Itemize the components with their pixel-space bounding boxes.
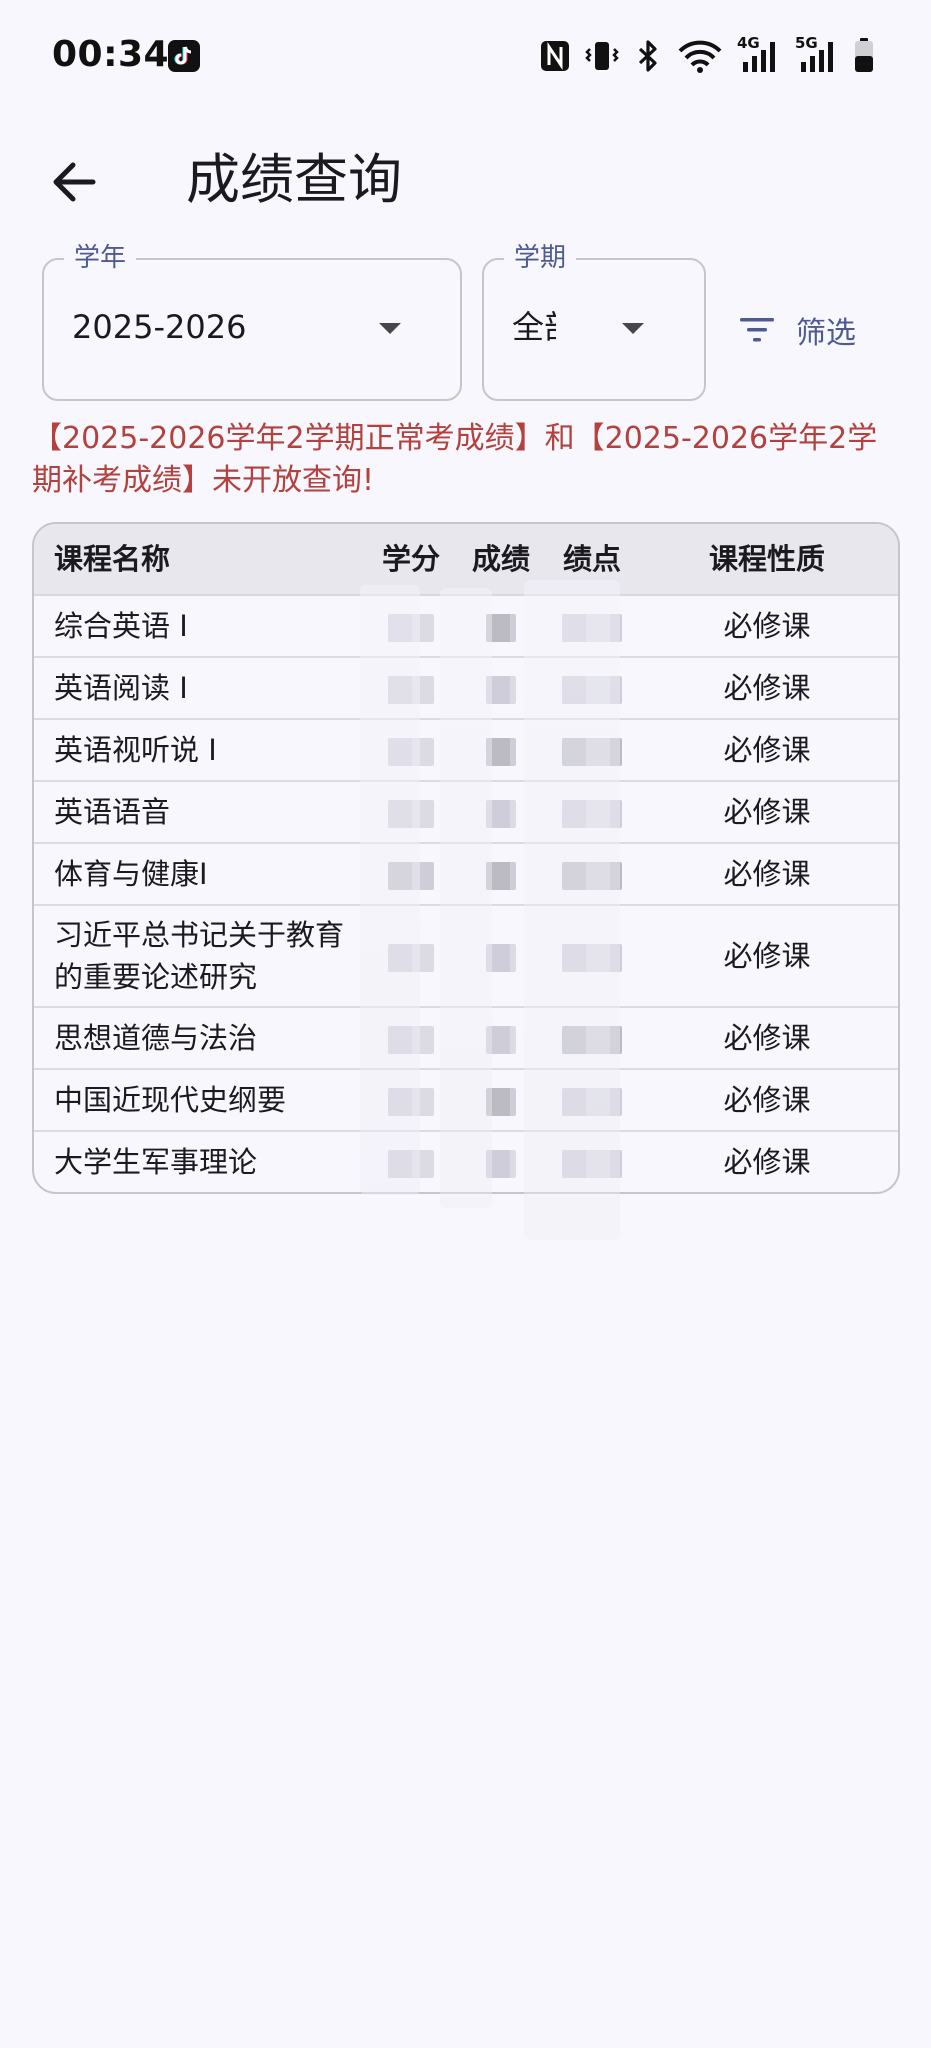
course-type: 必修课 bbox=[723, 939, 811, 973]
battery-icon bbox=[855, 38, 873, 72]
semester-label: 学期 bbox=[504, 242, 577, 274]
header-score: 成绩 bbox=[471, 542, 530, 576]
status-bar: 00:34 4G 5G bbox=[0, 0, 931, 112]
privacy-mask bbox=[524, 580, 620, 1240]
app-bar: 成绩查询 bbox=[0, 130, 931, 220]
privacy-mask bbox=[440, 588, 492, 1208]
status-icons: 4G 5G bbox=[539, 34, 875, 76]
course-name: 大学生军事理论 bbox=[54, 1145, 258, 1179]
filter-icon bbox=[740, 318, 774, 342]
tiktok-icon bbox=[168, 40, 200, 72]
dropdown-arrow-icon bbox=[622, 323, 644, 334]
filter-button[interactable]: 筛选 bbox=[740, 300, 856, 360]
header-gpa: 绩点 bbox=[562, 542, 621, 576]
signal-5g-icon: 5G bbox=[795, 34, 839, 74]
course-type: 必修课 bbox=[723, 1145, 811, 1179]
course-type: 必修课 bbox=[723, 857, 811, 891]
course-name: 英语语音 bbox=[54, 795, 171, 829]
course-name: 英语视听说 I bbox=[54, 733, 217, 767]
course-type: 必修课 bbox=[723, 733, 811, 767]
course-type: 必修课 bbox=[723, 1021, 811, 1055]
course-type: 必修课 bbox=[723, 795, 811, 829]
academic-year-select[interactable]: 学年 2025-2026 bbox=[42, 242, 462, 401]
notice-message: 【2025-2026学年2学期正常考成绩】和【2025-2026学年2学期补考成… bbox=[32, 421, 878, 498]
course-name: 中国近现代史纲要 bbox=[54, 1083, 287, 1117]
privacy-mask bbox=[360, 585, 420, 1195]
course-name: 体育与健康I bbox=[54, 857, 208, 891]
vibrate-icon bbox=[585, 42, 619, 70]
bluetooth-icon bbox=[638, 40, 657, 72]
filter-label: 筛选 bbox=[796, 316, 856, 351]
page-title: 成绩查询 bbox=[186, 148, 402, 211]
semester-value: 全部 bbox=[512, 308, 556, 346]
table-header: 课程名称 学分 成绩 绩点 课程性质 bbox=[34, 524, 898, 596]
header-credit: 学分 bbox=[381, 542, 440, 576]
dropdown-arrow-icon bbox=[379, 323, 401, 334]
academic-year-label: 学年 bbox=[64, 242, 137, 274]
course-name: 思想道德与法治 bbox=[54, 1021, 258, 1055]
course-type: 必修课 bbox=[723, 1083, 811, 1117]
header-course-type: 课程性质 bbox=[708, 542, 825, 576]
course-type: 必修课 bbox=[723, 671, 811, 705]
semester-select[interactable]: 学期 全部 bbox=[482, 242, 706, 401]
signal-4g-icon: 4G bbox=[737, 34, 781, 74]
wifi-icon bbox=[678, 40, 722, 73]
arrow-back-icon bbox=[53, 162, 96, 202]
course-type: 必修课 bbox=[723, 609, 811, 643]
nfc-icon bbox=[541, 41, 569, 71]
academic-year-value: 2025-2026 bbox=[72, 308, 247, 346]
back-button[interactable] bbox=[38, 146, 110, 218]
course-name: 综合英语 I bbox=[54, 609, 188, 643]
header-course-name: 课程名称 bbox=[54, 542, 171, 576]
course-name: 英语阅读 I bbox=[54, 671, 188, 705]
course-name: 习近平总书记关于教育的重要论述研究 bbox=[54, 918, 345, 994]
status-time: 00:34 bbox=[52, 34, 170, 75]
